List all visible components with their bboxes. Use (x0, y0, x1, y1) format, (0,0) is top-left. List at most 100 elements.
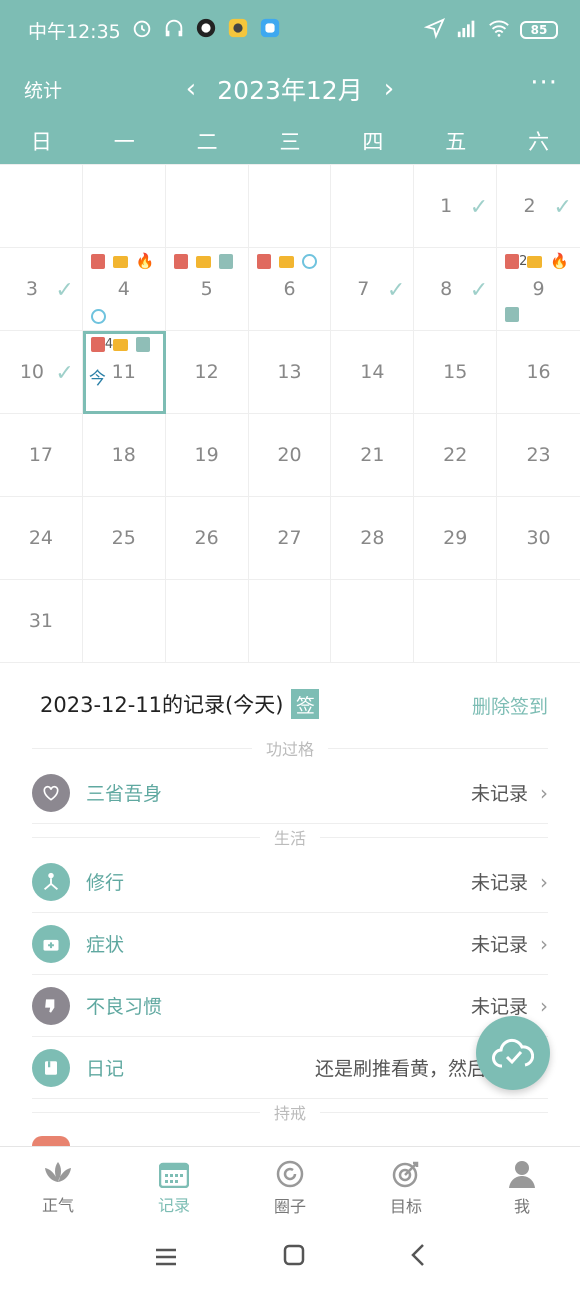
record-row-self-reflection[interactable]: 三省吾身 未记录 › (32, 762, 548, 824)
section-divider-merits: 功过格 (32, 738, 548, 759)
calendar-day[interactable]: 8 ✓ (414, 248, 498, 331)
day-number: 29 (443, 527, 468, 549)
prev-month-button[interactable]: ‹ (180, 74, 202, 104)
day-number: 28 (360, 527, 385, 549)
app-notification-icon (195, 17, 217, 44)
calendar-day[interactable]: 2 ✓ (497, 165, 580, 248)
day-number: 13 (277, 361, 302, 383)
calendar-empty-cell (331, 165, 415, 248)
calendar-day[interactable]: 16 (497, 331, 580, 414)
calendar-day[interactable]: 12 (165, 331, 249, 414)
day-number: 19 (194, 444, 219, 466)
thumbs-down-icon (32, 986, 70, 1025)
record-row-symptoms[interactable]: 症状 未记录 › (32, 913, 548, 975)
calendar-day[interactable]: 28 (331, 497, 415, 580)
record-row-practice[interactable]: 修行 未记录 › (32, 851, 548, 913)
record-icons (173, 254, 233, 269)
month-title: 2023年12月 (217, 76, 363, 105)
screen-icon (527, 255, 543, 268)
calendar-day[interactable]: 24 (0, 497, 83, 580)
nav-me[interactable]: 我 (464, 1147, 580, 1228)
calendar-day[interactable]: 11 4 今 (82, 331, 166, 414)
cloud-sync-button[interactable] (476, 1016, 550, 1090)
fire-icon: 🔥 (550, 252, 569, 270)
chevron-right-icon: › (540, 993, 548, 1018)
medical-kit-icon (32, 924, 70, 963)
record-status: 未记录 (470, 934, 528, 956)
calendar-day[interactable]: 25 (82, 497, 166, 580)
calendar-empty-cell (165, 580, 249, 663)
weekday-label: 四 (362, 130, 384, 154)
section-divider-life: 生活 (32, 827, 548, 848)
calendar-day[interactable]: 31 (0, 580, 83, 663)
calendar-day[interactable]: 26 (165, 497, 249, 580)
delete-signin-button[interactable]: 删除签到 (472, 692, 548, 719)
circle-refresh-icon (276, 1160, 304, 1187)
diary-preview: 还是刷推看黄，然后 (314, 1058, 486, 1080)
calendar-day[interactable]: 15 (414, 331, 498, 414)
day-number: 7 (357, 278, 370, 300)
calendar-day[interactable]: 5 (165, 248, 249, 331)
more-menu-button[interactable]: ··· (530, 68, 558, 98)
calendar-day[interactable]: 27 (248, 497, 332, 580)
record-row-bad-habits[interactable]: 不良习惯 未记录 › (32, 975, 548, 1037)
day-number: 20 (277, 444, 302, 466)
calendar-day[interactable]: 4 🔥 (82, 248, 166, 331)
calendar-empty-cell (414, 580, 498, 663)
calendar-day[interactable]: 29 (414, 497, 498, 580)
day-number: 6 (283, 278, 296, 300)
weekday-label: 二 (196, 130, 218, 154)
calendar-day[interactable]: 20 (248, 414, 332, 497)
note-icon (505, 307, 520, 322)
calendar-icon (159, 1162, 189, 1188)
calendar-day[interactable]: 17 (0, 414, 83, 497)
calendar-day[interactable]: 30 (497, 497, 580, 580)
next-month-button[interactable]: › (378, 74, 400, 104)
book-icon (173, 254, 188, 269)
lotus-icon (45, 1161, 71, 1182)
calendar-day[interactable]: 14 (331, 331, 415, 414)
screen-icon (112, 255, 128, 268)
headphones-icon (163, 17, 185, 44)
check-icon: ✓ (55, 361, 74, 386)
calendar-day[interactable]: 18 (82, 414, 166, 497)
calendar-day[interactable]: 21 (331, 414, 415, 497)
calendar-day[interactable]: 10 ✓ (0, 331, 83, 414)
day-number: 8 (440, 278, 453, 300)
home-icon[interactable] (282, 1243, 306, 1274)
message-notification-icon (259, 17, 281, 44)
back-icon[interactable] (410, 1243, 426, 1274)
calendar-day[interactable]: 9 🔥 2 (497, 248, 580, 331)
day-number: 1 (440, 195, 453, 217)
chat-icon (301, 254, 317, 269)
nav-zhengqi[interactable]: 正气 (0, 1147, 116, 1228)
day-number: 14 (360, 361, 385, 383)
check-icon: ✓ (469, 278, 489, 303)
calendar-day[interactable]: 6 (248, 248, 332, 331)
nav-records[interactable]: 记录 (116, 1147, 232, 1228)
calendar-day[interactable]: 13 (248, 331, 332, 414)
calendar-day[interactable]: 1 ✓ (414, 165, 498, 248)
status-bar: 中午12:35 85 (0, 0, 580, 60)
check-icon: ✓ (55, 278, 74, 303)
check-icon: ✓ (386, 278, 406, 303)
record-name: 日记 (86, 1058, 125, 1080)
calendar-day[interactable]: 7 ✓ (331, 248, 415, 331)
day-number: 30 (526, 527, 551, 549)
calendar-empty-cell (497, 580, 580, 663)
heart-icon (32, 773, 70, 812)
day-number: 16 (526, 361, 551, 383)
calendar-day[interactable]: 22 (414, 414, 498, 497)
nav-goals[interactable]: 目标 (348, 1147, 464, 1228)
calendar-day[interactable]: 23 (497, 414, 580, 497)
calendar-day[interactable]: 19 (165, 414, 249, 497)
stats-button[interactable]: 统计 (24, 76, 62, 103)
month-navigator: ‹ 2023年12月 › (180, 60, 400, 118)
day-number: 10 (19, 361, 45, 383)
calendar-day[interactable]: 3 ✓ (0, 248, 83, 331)
calendar-empty-cell (248, 580, 332, 663)
record-icons: 🔥 (90, 254, 155, 269)
record-row-diary[interactable]: 日记 还是刷推看黄，然后 (32, 1037, 548, 1099)
menu-icon[interactable] (154, 1244, 178, 1274)
nav-circle[interactable]: 圈子 (232, 1147, 348, 1228)
